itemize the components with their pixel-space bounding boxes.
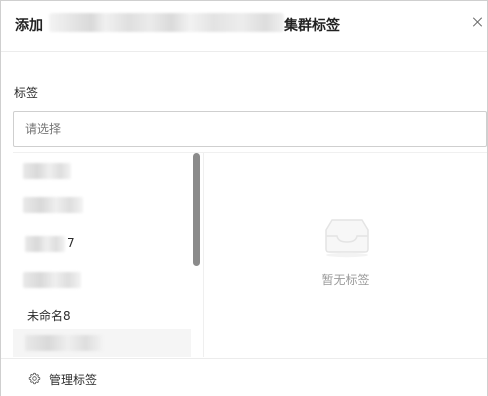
empty-state-pane: 暂无标签 xyxy=(204,153,487,357)
tag-option-6[interactable] xyxy=(13,329,191,357)
tag-option-1[interactable] xyxy=(13,157,191,185)
tag-dropdown: 7 未命名8 暂无标签 xyxy=(13,152,487,357)
manage-tags-link[interactable]: 管理标签 xyxy=(49,371,97,388)
page: 式 添加 集群标签 标签 7 xyxy=(0,0,488,396)
redacted-option-text xyxy=(25,236,65,252)
tag-option-label: 7 xyxy=(67,236,75,250)
redacted-option-text xyxy=(25,335,103,351)
tag-option-label: 未命名8 xyxy=(27,309,71,323)
inbox-icon xyxy=(325,219,369,258)
gear-icon[interactable] xyxy=(28,372,41,385)
add-cluster-label-dialog: 添加 集群标签 标签 7 xyxy=(0,0,488,396)
dialog-title-suffix: 集群标签 xyxy=(284,18,340,34)
empty-state-text: 暂无标签 xyxy=(321,273,370,287)
close-icon[interactable] xyxy=(473,17,483,27)
redacted-option-text xyxy=(23,197,83,213)
tag-option-3[interactable]: 7 xyxy=(13,230,191,258)
tag-options-list: 7 未命名8 xyxy=(13,153,204,357)
dialog-title-prefix: 添加 xyxy=(15,18,43,34)
tag-option-4[interactable] xyxy=(13,266,191,294)
dialog-footer: 管理标签 xyxy=(1,358,487,396)
redacted-option-text xyxy=(23,272,81,288)
redacted-cluster-name xyxy=(49,13,284,32)
redacted-option-text xyxy=(23,163,71,179)
tag-option-2[interactable] xyxy=(13,191,191,219)
tag-option-5[interactable]: 未命名8 xyxy=(13,301,191,329)
options-scrollbar[interactable] xyxy=(193,153,200,266)
dialog-header: 添加 集群标签 xyxy=(1,1,487,52)
tags-field-label: 标签 xyxy=(14,86,39,100)
tag-select-input[interactable] xyxy=(13,111,487,147)
